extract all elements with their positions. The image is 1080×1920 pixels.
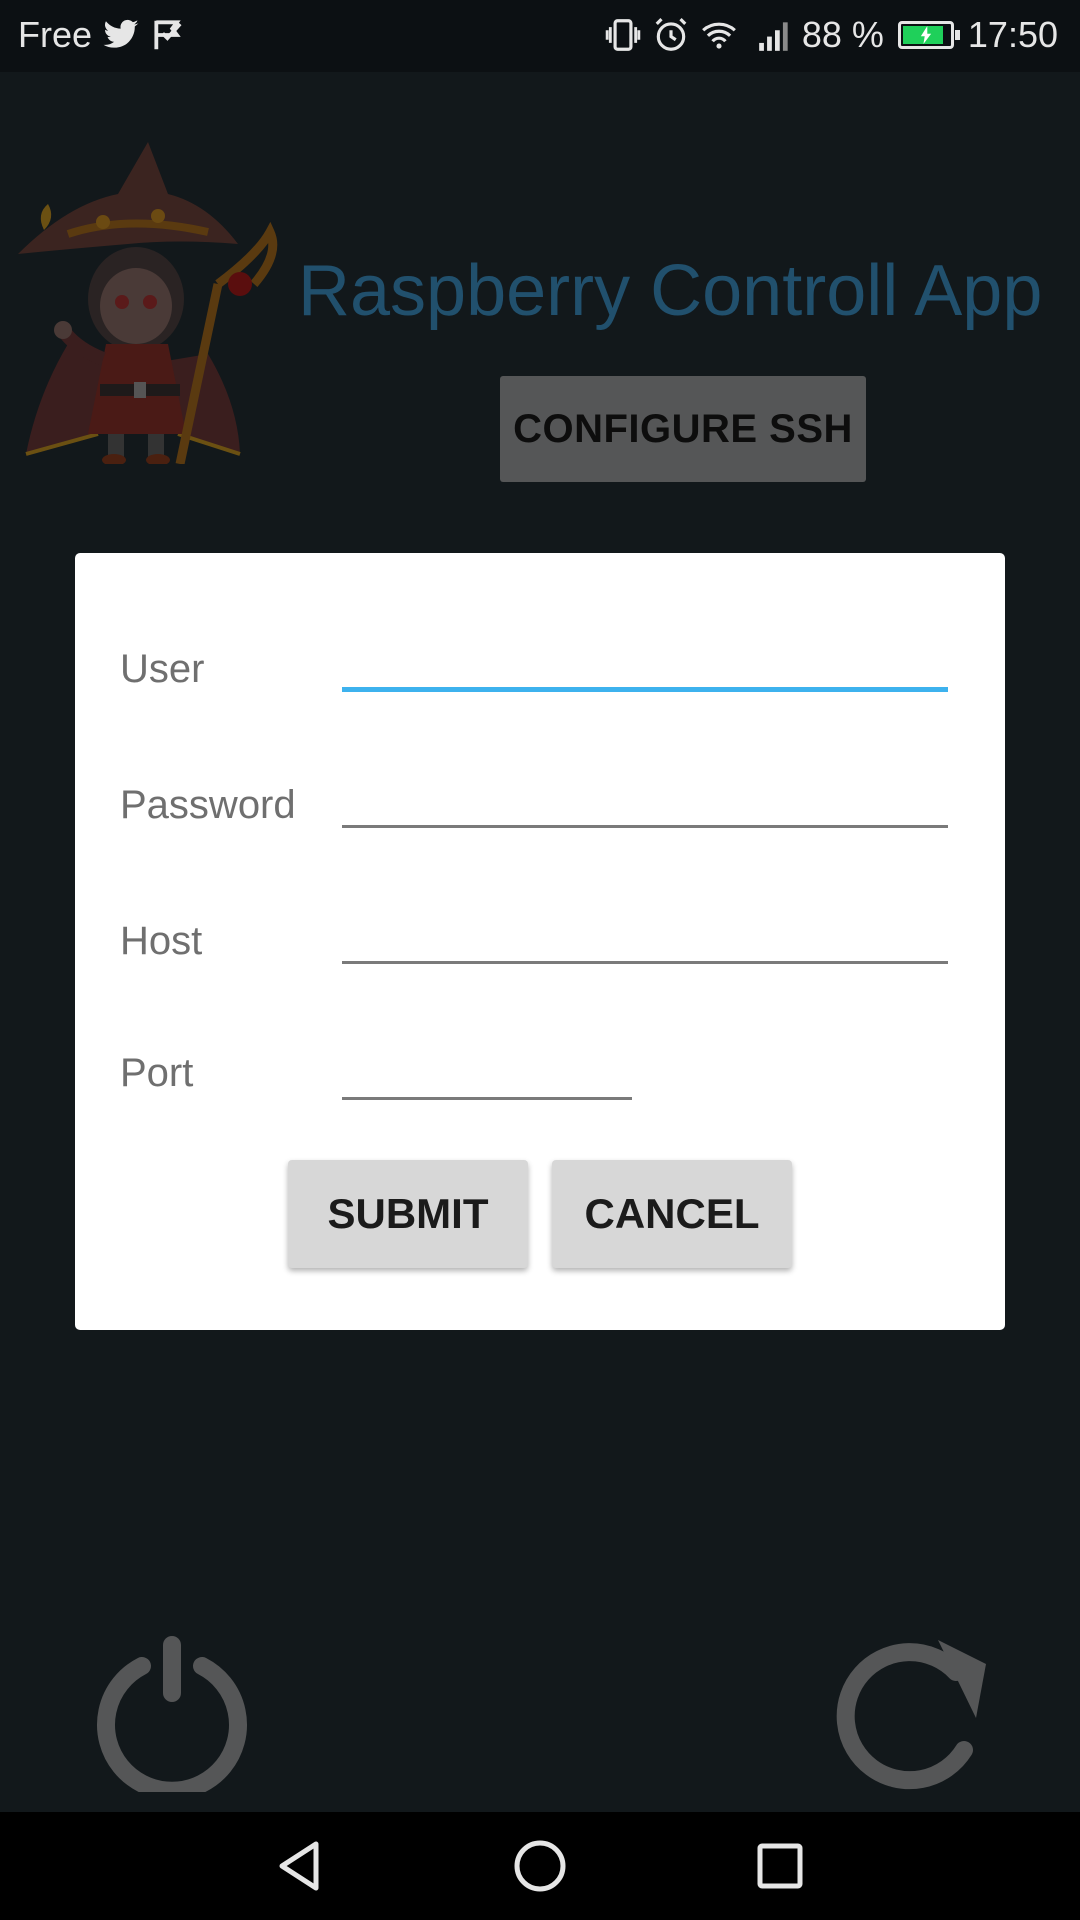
host-input[interactable]: [342, 909, 948, 964]
signal-icon: [756, 16, 794, 54]
submit-button[interactable]: SUBMIT: [288, 1160, 528, 1268]
wizard-mascot-image: [18, 142, 278, 464]
battery-percent: 88 %: [801, 14, 884, 55]
refresh-icon[interactable]: [826, 1632, 996, 1802]
flag-icon: [150, 16, 188, 54]
back-icon[interactable]: [270, 1836, 330, 1896]
cancel-button[interactable]: CANCEL: [552, 1160, 792, 1268]
alarm-icon: [652, 16, 690, 54]
battery-icon: [897, 21, 960, 49]
clock: 17:50: [967, 14, 1058, 55]
twitter-icon: [102, 16, 140, 54]
password-label: Password: [120, 783, 296, 827]
status-bar: Free 88 % 17:50: [0, 0, 1080, 72]
carrier-name: Free: [18, 14, 93, 55]
vibrate-icon: [604, 16, 642, 54]
host-label: Host: [120, 919, 203, 963]
power-icon[interactable]: [92, 1632, 252, 1792]
password-input[interactable]: [342, 773, 948, 828]
home-icon[interactable]: [510, 1836, 570, 1896]
user-label: User: [120, 647, 205, 691]
wifi-icon: [700, 16, 738, 54]
user-input[interactable]: [342, 635, 948, 692]
navigation-bar: [0, 1812, 1080, 1920]
port-label: Port: [120, 1051, 194, 1095]
ssh-config-dialog: User Password Host Port SUBMIT CANCEL: [75, 553, 1005, 1330]
port-input[interactable]: [342, 1045, 632, 1100]
configure-ssh-button[interactable]: CONFIGURE SSH: [500, 376, 866, 482]
app-title: Raspberry Controll App: [298, 251, 1043, 331]
recents-icon[interactable]: [750, 1836, 810, 1896]
